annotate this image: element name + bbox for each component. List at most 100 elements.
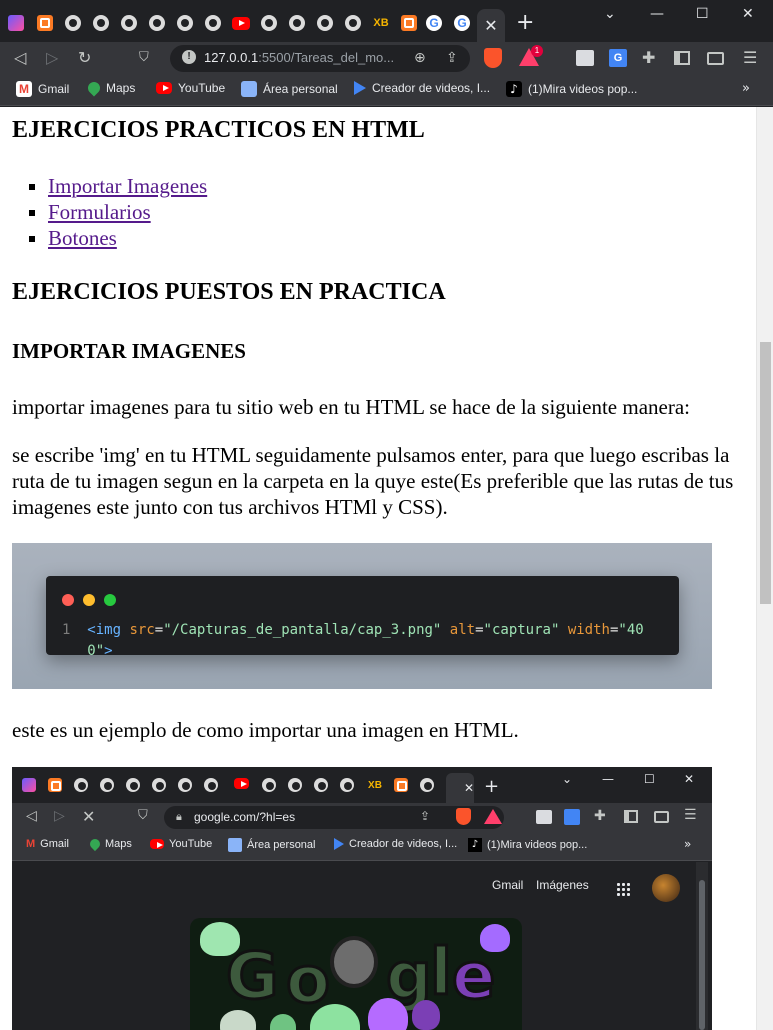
bookmark-creador[interactable]: Creador de videos, I... — [354, 81, 490, 95]
bookmark-youtube[interactable]: YouTube — [156, 81, 225, 95]
back-icon[interactable]: ◁ — [14, 48, 26, 68]
tab-multicolor[interactable] — [2, 9, 30, 37]
page-scrollbar[interactable] — [756, 107, 773, 1030]
tab-google-1[interactable]: G — [420, 9, 448, 37]
forward-icon: ▷ — [54, 808, 65, 824]
close-tab-icon[interactable]: ✕ — [484, 16, 497, 35]
address-bar[interactable]: ! 127.0.0.1:5500/Tareas_del_mo... ⊕ ⇪ — [170, 45, 470, 72]
globe-icon — [262, 778, 276, 792]
url-text[interactable]: 127.0.0.1:5500/Tareas_del_mo... — [204, 50, 394, 65]
maximize-button[interactable]: ☐ — [696, 6, 709, 22]
tab-web-2[interactable] — [87, 9, 115, 37]
link-botones[interactable]: Botones — [48, 226, 117, 250]
reload-icon[interactable]: ↻ — [78, 48, 91, 68]
scrollbar-thumb[interactable] — [760, 342, 771, 604]
globe-icon — [93, 15, 109, 31]
red-dot — [62, 594, 74, 606]
doodle-letter-g: G — [225, 939, 281, 1016]
translate-icon — [564, 809, 580, 825]
tab-web-10[interactable] — [339, 9, 367, 37]
tab-xb[interactable]: XB — [367, 9, 395, 37]
share-icon[interactable]: ⇪ — [446, 48, 458, 68]
browser-screenshot-image: XB ✕ + ⌄ — ☐ ✕ ◁ ▷ ✕ ⛉ 🔒︎ google.com/?hl… — [12, 767, 712, 1030]
section-heading-import: IMPORTAR IMAGENES — [12, 339, 246, 363]
tab-web-3[interactable] — [115, 9, 143, 37]
link-formularios[interactable]: Formularios — [48, 200, 151, 224]
share-icon: ⇪ — [420, 809, 431, 823]
new-tab-icon: + — [484, 776, 500, 797]
tab-web-5[interactable] — [171, 9, 199, 37]
tab-web-6[interactable] — [199, 9, 227, 37]
list-item: Botones — [48, 225, 207, 251]
close-window-icon: ✕ — [684, 772, 695, 786]
minimize-button[interactable]: — — [650, 6, 664, 22]
bookmark-area-personal: Área personal — [228, 838, 316, 852]
active-tab[interactable]: ✕ — [477, 9, 505, 42]
doodle-letter-l: l — [429, 935, 454, 1012]
tab-web-1[interactable] — [59, 9, 87, 37]
extensions-icon: ✚ — [594, 808, 606, 824]
tab-web-7[interactable] — [255, 9, 283, 37]
tab-web-4[interactable] — [143, 9, 171, 37]
extension-picture-icon[interactable] — [576, 50, 594, 66]
lock-icon: 🔒︎ — [176, 810, 182, 823]
maps-icon — [85, 79, 103, 97]
link-importar-imagenes[interactable]: Importar Imagenes — [48, 174, 207, 198]
yellow-dot — [83, 594, 95, 606]
close-window-button[interactable]: ✕ — [742, 6, 754, 22]
translate-icon[interactable]: G — [609, 49, 627, 67]
info-icon[interactable]: ! — [182, 50, 196, 64]
bookmark-tiktok[interactable]: ♪ (1)Mira videos pop... — [506, 81, 637, 97]
tab-google-2[interactable]: G — [448, 9, 476, 37]
globe-icon — [205, 15, 221, 31]
gmail-icon: M — [26, 838, 36, 850]
tab-web-9[interactable] — [311, 9, 339, 37]
tab-search-icon[interactable]: ⌄ — [604, 6, 616, 22]
forward-icon[interactable]: ▷ — [46, 48, 58, 68]
extension-picture-icon — [536, 810, 552, 824]
xampp-icon — [48, 778, 62, 792]
gmail-link: Gmail — [492, 878, 524, 892]
tab-youtube[interactable] — [227, 9, 255, 37]
paragraph-example: este es un ejemplo de como importar una … — [12, 718, 519, 742]
bookmark-maps[interactable]: Maps — [85, 79, 135, 97]
menu-icon[interactable]: ☰ — [743, 48, 757, 68]
nested-tab-strip: XB ✕ + ⌄ — ☐ ✕ — [12, 767, 712, 803]
tab-xampp-2[interactable] — [395, 9, 423, 37]
more-bookmarks-icon[interactable]: » — [742, 81, 750, 96]
new-tab-button[interactable]: + — [516, 12, 534, 34]
globe-icon — [345, 15, 361, 31]
bookmark-gmail[interactable]: M Gmail — [16, 81, 69, 97]
extensions-icon[interactable]: ✚ — [642, 48, 655, 68]
page-viewport: EJERCICIOS PRACTICOS EN HTML Importar Im… — [0, 107, 773, 1030]
globe-icon — [126, 778, 140, 792]
tab-web-8[interactable] — [283, 9, 311, 37]
more-bookmarks-icon: » — [684, 837, 692, 851]
youtube-icon — [234, 778, 249, 792]
globe-icon — [121, 15, 137, 31]
nested-address-bar: 🔒︎ google.com/?hl=es ⇪ — [164, 806, 504, 829]
xampp-icon — [37, 15, 53, 31]
paragraph-intro: importar imagenes para tu sitio web en t… — [12, 395, 690, 419]
brave-shields-icon[interactable] — [484, 48, 502, 68]
bookmark-maps: Maps — [87, 836, 132, 852]
bookmark-area-personal[interactable]: Área personal — [241, 81, 338, 97]
green-dot — [104, 594, 116, 606]
bookmark-icon: ⛉ — [138, 808, 148, 823]
bookmark-icon[interactable]: ⛉ — [139, 48, 149, 68]
globe-icon — [100, 778, 114, 792]
area-personal-icon — [228, 838, 242, 852]
ghost-shape — [368, 998, 408, 1030]
youtube-icon — [150, 839, 164, 849]
brave-shields-icon — [456, 808, 471, 825]
nested-bookmarks-bar: M Gmail Maps YouTube Área personal Creado… — [12, 831, 712, 861]
app-icon — [8, 15, 24, 31]
paragraph-steps: se escribe 'img' en tu HTML seguidamente… — [12, 443, 734, 519]
maps-icon — [87, 836, 103, 852]
tab-xampp[interactable] — [31, 9, 59, 37]
zoom-icon[interactable]: ⊕ — [414, 48, 426, 68]
globe-icon — [314, 778, 328, 792]
wallet-icon[interactable] — [707, 52, 724, 65]
globe-icon — [420, 778, 434, 792]
sidebar-icon[interactable] — [674, 51, 690, 65]
